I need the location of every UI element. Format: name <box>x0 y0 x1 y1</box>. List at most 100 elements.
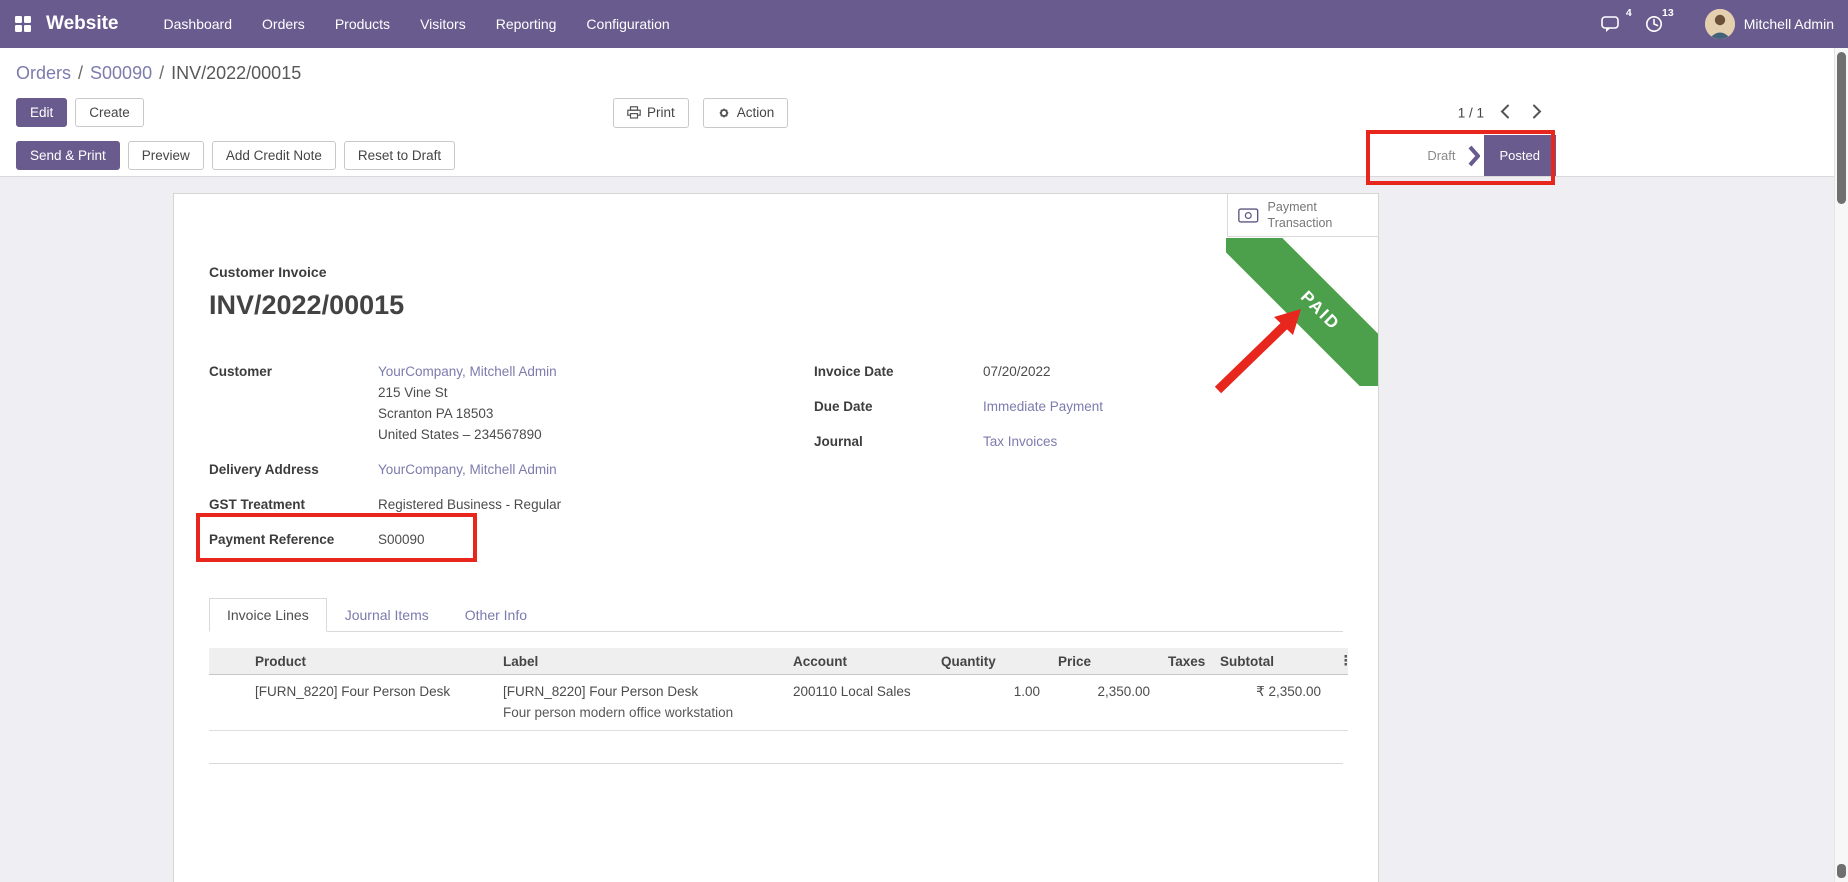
field-delivery-address: Delivery Address YourCompany, Mitchell A… <box>209 459 814 480</box>
tab-journal-items[interactable]: Journal Items <box>327 598 447 632</box>
status-stage-posted[interactable]: Posted <box>1484 135 1556 176</box>
customer-link[interactable]: YourCompany, Mitchell Admin <box>378 364 557 379</box>
field-customer: Customer YourCompany, Mitchell Admin 215… <box>209 361 814 445</box>
pager-previous-button[interactable] <box>1494 99 1516 126</box>
table-header-row: Product Label Account Quantity Price Tax… <box>209 648 1348 675</box>
chevron-left-icon <box>1500 103 1510 119</box>
send-print-button[interactable]: Send & Print <box>16 141 120 171</box>
app-name[interactable]: Website <box>46 13 119 35</box>
field-group-left: Customer YourCompany, Mitchell Admin 215… <box>209 361 814 564</box>
nav-item-visitors[interactable]: Visitors <box>405 0 481 48</box>
sheet-body: Customer Invoice INV/2022/00015 Customer… <box>174 194 1378 764</box>
main-menu: Dashboard Orders Products Visitors Repor… <box>149 0 685 48</box>
money-icon <box>1238 207 1259 224</box>
statusbar: Send & Print Preview Add Credit Note Res… <box>0 135 1848 177</box>
document-type: Customer Invoice <box>209 264 1343 280</box>
cell-taxes <box>1159 675 1211 731</box>
column-header-taxes[interactable]: Taxes <box>1159 648 1211 675</box>
column-header-label[interactable]: Label <box>494 648 784 675</box>
field-groups: Customer YourCompany, Mitchell Admin 215… <box>209 361 1343 564</box>
avatar <box>1705 9 1735 39</box>
field-invoice-date: Invoice Date 07/20/2022 <box>814 361 1343 382</box>
tab-invoice-lines[interactable]: Invoice Lines <box>209 598 327 632</box>
payment-transaction-button[interactable]: Payment Transaction <box>1227 194 1378 237</box>
column-header-quantity[interactable]: Quantity <box>932 648 1049 675</box>
cell-label-description: Four person modern office workstation <box>503 704 775 722</box>
breadcrumb-link-orders[interactable]: Orders <box>16 63 71 84</box>
gear-icon <box>717 106 731 120</box>
customer-street: 215 Vine St <box>378 382 557 403</box>
customer-country: United States – 234567890 <box>378 424 557 445</box>
breadcrumb-link-sale-order[interactable]: S00090 <box>90 63 152 84</box>
field-group-right: Invoice Date 07/20/2022 Due Date Immedia… <box>814 361 1343 564</box>
activities-button[interactable]: 13 <box>1637 0 1671 48</box>
messages-badge: 4 <box>1626 7 1632 19</box>
control-left-buttons: Edit Create <box>16 98 144 128</box>
delivery-address-label: Delivery Address <box>209 459 378 480</box>
document-name: INV/2022/00015 <box>209 290 1343 321</box>
handle-column-header <box>209 648 246 675</box>
messages-button[interactable]: 4 <box>1595 0 1629 48</box>
user-name: Mitchell Admin <box>1744 16 1834 32</box>
invoice-date-label: Invoice Date <box>814 361 983 382</box>
due-date-link[interactable]: Immediate Payment <box>983 399 1103 414</box>
apps-grid-icon <box>14 15 32 33</box>
cell-subtotal: ₹ 2,350.00 <box>1211 675 1330 731</box>
edit-button[interactable]: Edit <box>16 98 67 128</box>
journal-link[interactable]: Tax Invoices <box>983 434 1057 449</box>
column-header-product[interactable]: Product <box>246 648 494 675</box>
chevron-right-icon <box>1532 103 1542 119</box>
breadcrumb-separator: / <box>159 63 164 84</box>
page: { "colors": { "nav_bg": "#6a5b8e", "prim… <box>0 0 1848 882</box>
status-arrow-icon <box>1468 145 1480 167</box>
table-row[interactable]: [FURN_8220] Four Person Desk [FURN_8220]… <box>209 675 1348 731</box>
pager: 1 / 1 <box>1458 99 1548 126</box>
cell-account: 200110 Local Sales <box>784 675 932 731</box>
clock-icon <box>1645 15 1663 33</box>
payment-reference-label: Payment Reference <box>209 529 378 550</box>
cell-product: [FURN_8220] Four Person Desk <box>246 675 494 731</box>
section-divider <box>209 763 1343 764</box>
nav-item-dashboard[interactable]: Dashboard <box>149 0 248 48</box>
nav-item-orders[interactable]: Orders <box>247 0 320 48</box>
scrollbar-thumb[interactable] <box>1837 52 1846 204</box>
tab-other-info[interactable]: Other Info <box>447 598 545 632</box>
pager-next-button[interactable] <box>1526 99 1548 126</box>
optional-columns-icon[interactable]: ⋮ <box>1339 653 1348 668</box>
column-header-price[interactable]: Price <box>1049 648 1159 675</box>
column-header-account[interactable]: Account <box>784 648 932 675</box>
gst-treatment-value: Registered Business - Regular <box>378 494 561 515</box>
status-stage-draft[interactable]: Draft <box>1427 148 1455 163</box>
scrollbar-bottom-thumb[interactable] <box>1837 864 1846 878</box>
customer-label: Customer <box>209 361 378 445</box>
print-button[interactable]: Print <box>613 98 689 128</box>
user-menu[interactable]: Mitchell Admin <box>1705 9 1834 39</box>
field-due-date: Due Date Immediate Payment <box>814 396 1343 417</box>
apps-menu-button[interactable] <box>0 0 46 48</box>
delivery-address-link[interactable]: YourCompany, Mitchell Admin <box>378 462 557 477</box>
column-header-subtotal[interactable]: Subtotal <box>1211 648 1330 675</box>
add-credit-note-button[interactable]: Add Credit Note <box>212 141 336 171</box>
payment-transaction-label: Payment Transaction <box>1268 199 1368 232</box>
nav-item-products[interactable]: Products <box>320 0 405 48</box>
invoice-date-value: 07/20/2022 <box>983 361 1051 382</box>
customer-value: YourCompany, Mitchell Admin 215 Vine St … <box>378 361 557 445</box>
printer-icon <box>627 106 641 119</box>
notebook-tabs: Invoice Lines Journal Items Other Info <box>209 598 1343 632</box>
action-button[interactable]: Action <box>703 98 789 128</box>
nav-item-reporting[interactable]: Reporting <box>481 0 572 48</box>
reset-to-draft-button[interactable]: Reset to Draft <box>344 141 455 171</box>
invoice-lines-table: Product Label Account Quantity Price Tax… <box>209 648 1348 731</box>
scrollbar <box>1834 48 1848 882</box>
create-button[interactable]: Create <box>75 98 144 128</box>
nav-item-configuration[interactable]: Configuration <box>571 0 684 48</box>
control-center-buttons: Print Action <box>613 98 788 128</box>
due-date-label: Due Date <box>814 396 983 417</box>
pager-value: 1 / 1 <box>1458 105 1484 120</box>
payment-reference-value: S00090 <box>378 529 425 550</box>
action-label: Action <box>737 106 775 120</box>
preview-button[interactable]: Preview <box>128 141 204 171</box>
print-label: Print <box>647 106 675 120</box>
cell-quantity: 1.00 <box>932 675 1049 731</box>
breadcrumb-separator: / <box>78 63 83 84</box>
